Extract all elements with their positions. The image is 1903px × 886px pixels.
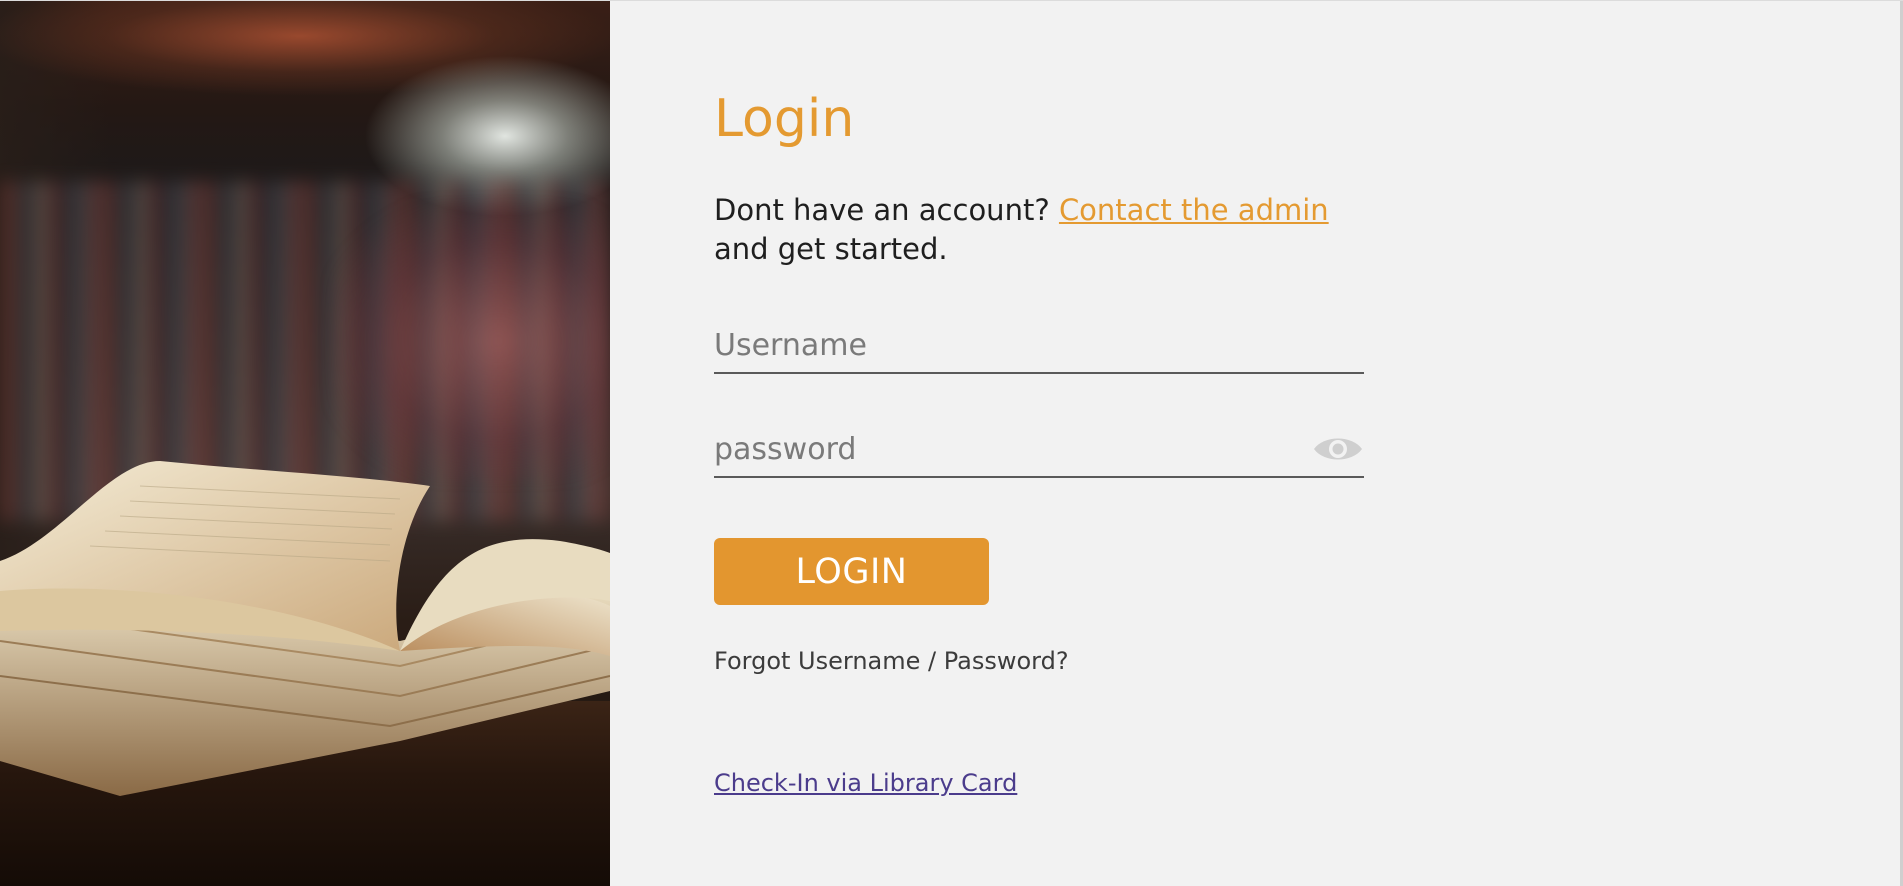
signup-prompt-suffix: and get started. xyxy=(714,232,948,266)
contact-admin-link[interactable]: Contact the admin xyxy=(1059,193,1329,227)
signup-prompt-text: Dont have an account? xyxy=(714,193,1050,227)
page-title: Login xyxy=(714,89,855,149)
library-card-checkin-link[interactable]: Check-In via Library Card xyxy=(714,767,1017,799)
username-input[interactable] xyxy=(714,320,1294,370)
forgot-credentials-link[interactable]: Forgot Username / Password? xyxy=(714,645,1069,677)
login-button[interactable]: LOGIN xyxy=(714,538,989,605)
signup-prompt: Dont have an account? Contact the admin … xyxy=(714,191,1394,269)
password-input[interactable] xyxy=(714,424,1294,474)
password-field-wrapper xyxy=(714,424,1364,478)
open-book-illustration xyxy=(0,461,610,796)
eye-icon[interactable] xyxy=(1312,432,1364,466)
bookshelf-highlight xyxy=(330,201,610,481)
login-page: Login Dont have an account? Contact the … xyxy=(0,0,1903,886)
hero-image xyxy=(0,1,610,886)
username-field-wrapper xyxy=(714,320,1364,374)
